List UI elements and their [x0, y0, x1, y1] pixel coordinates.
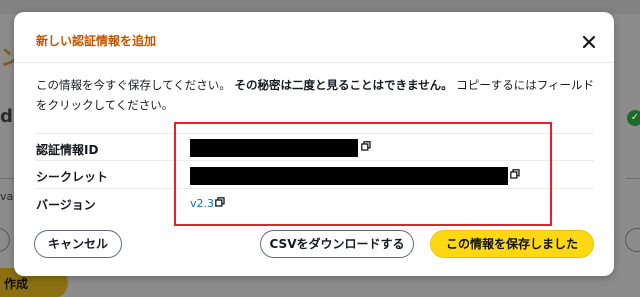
secret-label: シークレット	[36, 170, 109, 184]
download-csv-button[interactable]: CSVをダウンロードする	[260, 230, 414, 258]
version-value[interactable]: v2.3	[190, 197, 214, 210]
background-text-fragment: va	[0, 190, 14, 203]
description-text: この情報を今すぐ保存してください。	[36, 78, 231, 92]
background-create-button-label: 作成	[4, 277, 29, 291]
background-divider	[0, 178, 14, 179]
row-divider	[36, 133, 594, 134]
copy-icon[interactable]	[361, 141, 371, 151]
header-divider	[14, 62, 614, 63]
cancel-button[interactable]: キャンセル	[34, 230, 122, 258]
copy-icon[interactable]	[510, 169, 520, 179]
version-label: バージョン	[36, 198, 96, 212]
row-divider	[36, 160, 594, 161]
copy-icon[interactable]	[215, 197, 225, 207]
secret-value[interactable]	[190, 167, 508, 185]
background-divider-right	[626, 178, 640, 179]
add-credential-dialog: 新しい認証情報を追加 この情報を今すぐ保存してください。 その秘密は二度と見るこ…	[14, 12, 614, 276]
credential-id-label: 認証情報ID	[36, 143, 99, 157]
description-warning: その秘密は二度と見ることはできません。	[234, 78, 453, 92]
background-button-fragment-right	[625, 228, 640, 252]
credential-id-value[interactable]	[190, 139, 358, 157]
dialog-title: 新しい認証情報を追加	[36, 34, 157, 48]
status-check-icon: ✓	[627, 110, 640, 126]
close-icon[interactable]	[580, 33, 598, 51]
saved-confirm-button[interactable]: この情報を保存しました	[430, 230, 594, 258]
background-button-fragment	[0, 228, 10, 252]
dialog-description: この情報を今すぐ保存してください。 その秘密は二度と見ることはできません。 コピ…	[36, 75, 598, 115]
row-divider	[36, 188, 594, 189]
